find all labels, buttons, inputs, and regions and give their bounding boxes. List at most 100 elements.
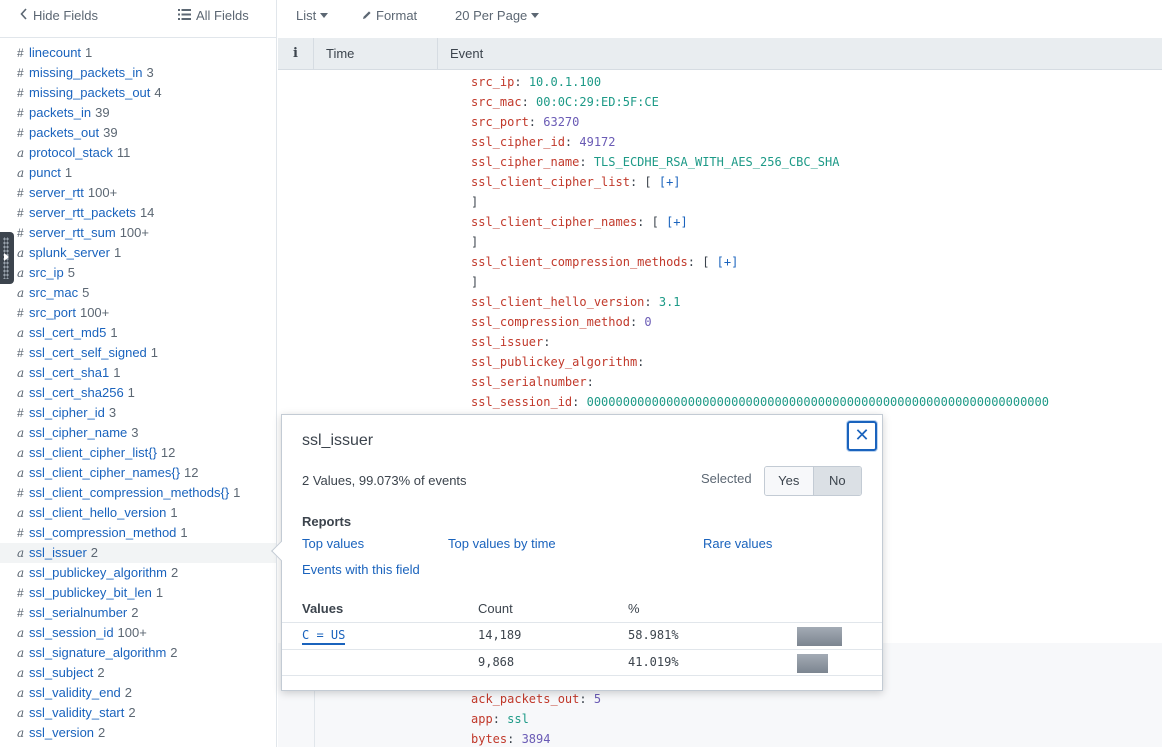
sidebar-collapse-handle[interactable] (0, 232, 14, 284)
event-field-key[interactable]: ack_packets_out (471, 692, 579, 706)
event-field-key[interactable]: src_mac (471, 95, 522, 109)
field-item-src-ip[interactable]: a src_ip 5 (0, 263, 276, 283)
event-field-key[interactable]: ssl_session_id (471, 395, 572, 409)
event-field-key[interactable]: ssl_cipher_id (471, 135, 565, 149)
rare-values-link[interactable]: Rare values (703, 536, 772, 551)
field-name: ssl_cipher_id (29, 405, 105, 420)
event-field-value[interactable]: 3.1 (659, 295, 681, 309)
field-name: ssl_client_cipher_names{} (29, 465, 181, 480)
event-field-value[interactable]: 0000000000000000000000000000000000000000… (587, 395, 1049, 409)
field-item-ssl-session-id[interactable]: a ssl_session_id 100+ (0, 623, 276, 643)
event-field-key[interactable]: ssl_client_compression_methods (471, 255, 688, 269)
event-field-value[interactable]: ssl (507, 712, 529, 726)
field-item-server-rtt-packets[interactable]: # server_rtt_packets 14 (0, 203, 276, 223)
event-field-separator: : (528, 115, 544, 129)
event-field-key[interactable]: ssl_issuer (471, 335, 543, 349)
events-with-field-link[interactable]: Events with this field (302, 562, 420, 577)
event-field-key[interactable]: app (471, 712, 493, 726)
field-count: 2 (98, 725, 106, 740)
field-item-ssl-client-cipher-names[interactable]: a ssl_client_cipher_names{} 12 (0, 463, 276, 483)
field-item-splunk-server[interactable]: a splunk_server 1 (0, 243, 276, 263)
field-name: ssl_issuer (29, 545, 87, 560)
field-name: ssl_validity_end (29, 685, 121, 700)
event-field-separator: : (637, 355, 645, 369)
numeric-type-icon: # (17, 606, 24, 620)
expand-array-link[interactable]: [+] (666, 215, 688, 229)
per-page-dropdown[interactable]: 20 Per Page (455, 8, 540, 23)
field-item-ssl-validity-start[interactable]: a ssl_validity_start 2 (0, 703, 276, 723)
string-type-icon: a (17, 706, 25, 720)
event-field-value[interactable]: 49172 (579, 135, 615, 149)
field-item-ssl-cert-sha1[interactable]: a ssl_cert_sha1 1 (0, 363, 276, 383)
string-type-icon: a (17, 446, 25, 460)
event-field-key[interactable]: ssl_client_cipher_names (471, 215, 637, 229)
event-field-key[interactable]: ssl_client_hello_version (471, 295, 644, 309)
field-item-src-port[interactable]: # src_port 100+ (0, 303, 276, 323)
selected-no-button[interactable]: No (813, 467, 861, 495)
event-field-key[interactable]: ssl_client_cipher_list (471, 175, 630, 189)
field-item-linecount[interactable]: # linecount 1 (0, 43, 276, 63)
field-item-ssl-version[interactable]: a ssl_version 2 (0, 723, 276, 743)
event-field-key[interactable]: ssl_serialnumber (471, 375, 587, 389)
numeric-type-icon: # (17, 406, 24, 420)
field-item-ssl-cert-sha256[interactable]: a ssl_cert_sha256 1 (0, 383, 276, 403)
field-item-ssl-cert-md5[interactable]: a ssl_cert_md5 1 (0, 323, 276, 343)
field-item-ssl-subject[interactable]: a ssl_subject 2 (0, 663, 276, 683)
value-link[interactable]: C = US (302, 628, 346, 645)
field-item-ssl-issuer[interactable]: a ssl_issuer 2 (0, 543, 276, 563)
expand-array-link[interactable]: [+] (659, 175, 681, 189)
event-field-separator: ] (471, 275, 479, 289)
event-field-value[interactable]: 0 (644, 315, 651, 329)
event-field-key[interactable]: ssl_cipher_name (471, 155, 579, 169)
event-field-key[interactable]: src_ip (471, 75, 514, 89)
event-field-value[interactable]: 00:0C:29:ED:5F:CE (536, 95, 659, 109)
event-field-value[interactable]: TLS_ECDHE_RSA_WITH_AES_256_CBC_SHA (594, 155, 840, 169)
event-field-separator: : (507, 732, 522, 746)
expand-array-link[interactable]: [+] (717, 255, 739, 269)
selected-yes-button[interactable]: Yes (765, 467, 814, 495)
field-item-packets-in[interactable]: # packets_in 39 (0, 103, 276, 123)
field-item-protocol-stack[interactable]: a protocol_stack 11 (0, 143, 276, 163)
close-button[interactable]: ✕ (847, 421, 877, 451)
field-item-ssl-cipher-name[interactable]: a ssl_cipher_name 3 (0, 423, 276, 443)
field-item-missing-packets-out[interactable]: # missing_packets_out 4 (0, 83, 276, 103)
time-column-header[interactable]: Time (314, 38, 438, 70)
field-item-server-rtt-sum[interactable]: # server_rtt_sum 100+ (0, 223, 276, 243)
field-count: 3 (146, 65, 154, 80)
top-values-by-time-link[interactable]: Top values by time (448, 536, 556, 551)
field-item-ssl-cert-self-signed[interactable]: # ssl_cert_self_signed 1 (0, 343, 276, 363)
event-field-key[interactable]: ssl_compression_method (471, 315, 630, 329)
field-count: 2 (171, 565, 179, 580)
field-item-packets-out[interactable]: # packets_out 39 (0, 123, 276, 143)
event-field-value[interactable]: 63270 (543, 115, 579, 129)
field-item-ssl-publickey-bit-len[interactable]: # ssl_publickey_bit_len 1 (0, 583, 276, 603)
field-item-ssl-signature-algorithm[interactable]: a ssl_signature_algorithm 2 (0, 643, 276, 663)
field-item-ssl-compression-method[interactable]: # ssl_compression_method 1 (0, 523, 276, 543)
field-item-ssl-client-cipher-list[interactable]: a ssl_client_cipher_list{} 12 (0, 443, 276, 463)
field-item-ssl-cipher-id[interactable]: # ssl_cipher_id 3 (0, 403, 276, 423)
event-field-line: ssl_session_id: 000000000000000000000000… (471, 392, 1049, 412)
field-item-server-rtt[interactable]: # server_rtt 100+ (0, 183, 276, 203)
event-field-key[interactable]: ssl_publickey_algorithm (471, 355, 637, 369)
event-field-value[interactable]: 10.0.1.100 (529, 75, 601, 89)
field-item-src-mac[interactable]: a src_mac 5 (0, 283, 276, 303)
top-values-link[interactable]: Top values (302, 536, 364, 551)
field-item-ssl-validity-end[interactable]: a ssl_validity_end 2 (0, 683, 276, 703)
field-item-punct[interactable]: a punct 1 (0, 163, 276, 183)
event-field-key[interactable]: bytes (471, 732, 507, 746)
field-item-missing-packets-in[interactable]: # missing_packets_in 3 (0, 63, 276, 83)
hide-fields-button[interactable]: Hide Fields (20, 8, 98, 23)
list-view-dropdown[interactable]: List (296, 8, 329, 23)
event-field-key[interactable]: src_port (471, 115, 529, 129)
event-field-value[interactable]: 3894 (522, 732, 551, 746)
event-field-value[interactable]: 5 (594, 692, 601, 706)
all-fields-button[interactable]: All Fields (178, 8, 249, 23)
field-count: 4 (154, 85, 162, 100)
field-item-ssl-serialnumber[interactable]: # ssl_serialnumber 2 (0, 603, 276, 623)
string-type-icon: a (17, 546, 25, 560)
field-item-ssl-publickey-algorithm[interactable]: a ssl_publickey_algorithm 2 (0, 563, 276, 583)
format-button[interactable]: Format (362, 8, 417, 23)
field-item-ssl-client-compression-methods[interactable]: # ssl_client_compression_methods{} 1 (0, 483, 276, 503)
field-item-ssl-client-hello-version[interactable]: a ssl_client_hello_version 1 (0, 503, 276, 523)
string-type-icon: a (17, 566, 25, 580)
